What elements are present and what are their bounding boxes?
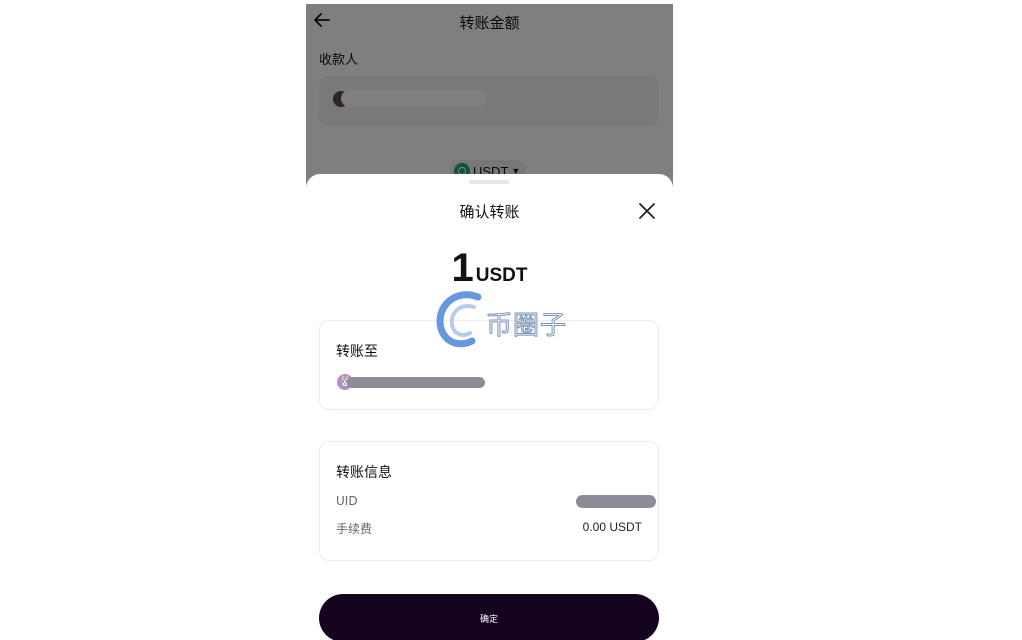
sheet-grabber[interactable] bbox=[469, 180, 509, 184]
uid-label: UID bbox=[336, 494, 358, 508]
recipient-name-redacted bbox=[347, 377, 485, 388]
confirm-button[interactable]: 确定 bbox=[319, 594, 659, 640]
sheet-title: 确认转账 bbox=[459, 203, 520, 221]
uid-row: UID bbox=[336, 494, 656, 512]
amount-display: 1 USDT bbox=[306, 246, 673, 291]
close-icon[interactable] bbox=[636, 200, 658, 222]
fee-label: 手续费 bbox=[336, 522, 373, 536]
uid-value-redacted bbox=[576, 495, 656, 508]
transfer-info-title: 转账信息 bbox=[336, 465, 392, 481]
amount-value: 1 bbox=[451, 246, 474, 290]
stage: 转账金额 收款人 USDT ▼ 确认转账 1 USDT bbox=[0, 0, 1022, 640]
fee-value: 0.00 USDT bbox=[582, 520, 642, 534]
confirm-transfer-sheet: 确认转账 1 USDT 转账至 🐰 转账信息 UID 手续费 0.00 USDT… bbox=[306, 174, 673, 640]
transfer-to-title: 转账至 bbox=[336, 344, 378, 360]
transfer-info-card: 转账信息 UID 手续费 0.00 USDT bbox=[319, 441, 659, 561]
amount-unit: USDT bbox=[475, 265, 528, 286]
fee-row: 手续费 0.00 USDT bbox=[336, 520, 642, 538]
phone-screen: 转账金额 收款人 USDT ▼ 确认转账 1 USDT bbox=[306, 4, 673, 640]
transfer-to-card: 转账至 🐰 bbox=[319, 320, 659, 410]
